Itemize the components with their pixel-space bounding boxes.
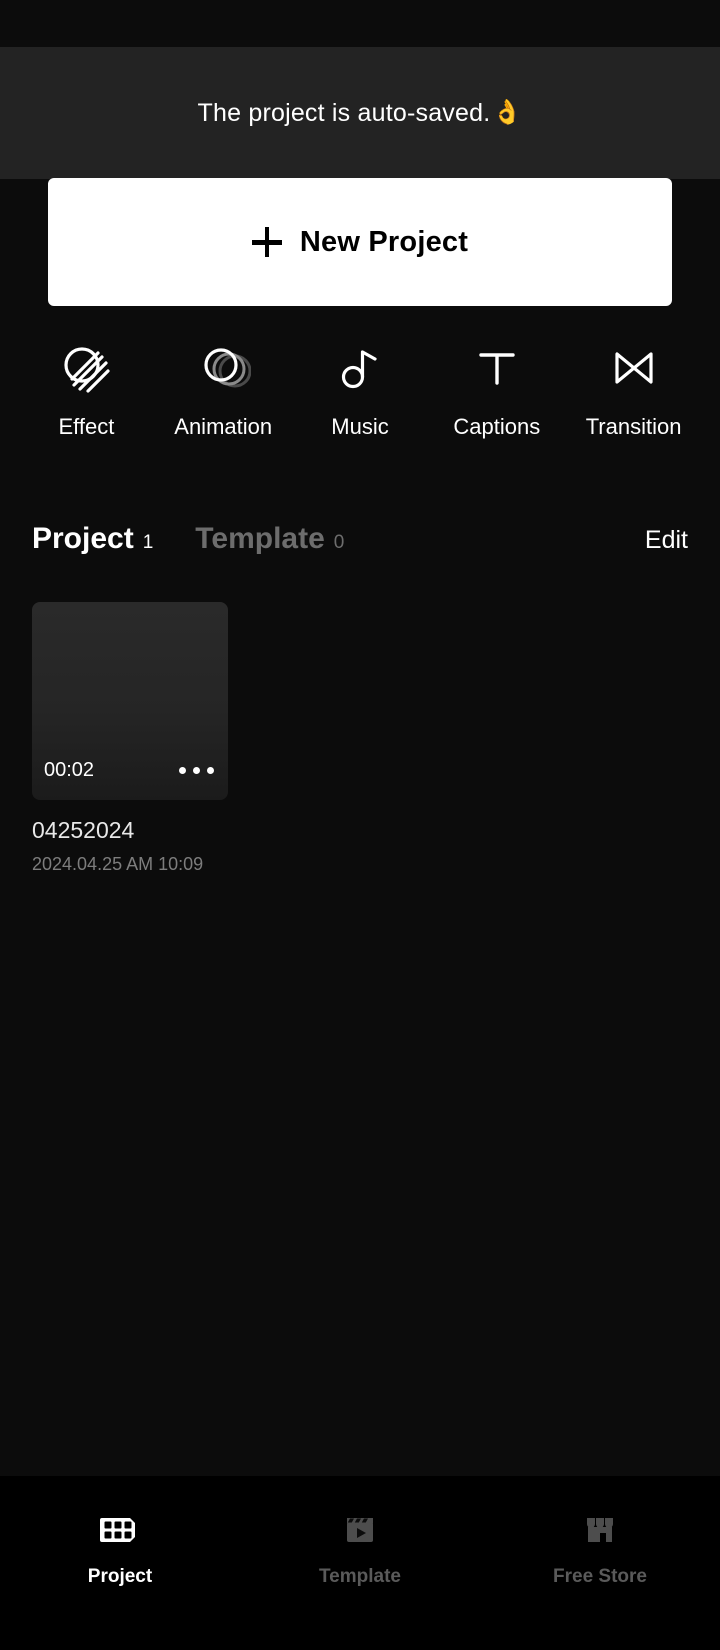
music-note-icon	[332, 336, 388, 398]
tab-project-count: 1	[142, 532, 154, 553]
content-tabs: Project 1 Template 0 Edit	[0, 522, 720, 556]
ok-hand-emoji: 👌	[492, 99, 523, 126]
film-strip-icon	[97, 1506, 143, 1554]
project-grid: 00:02 04252024 2024.04.25 AM 10:09	[32, 602, 688, 875]
project-thumbnail[interactable]: 00:02	[32, 602, 228, 800]
text-t-icon	[469, 336, 525, 398]
tool-transition-label: Transition	[585, 414, 682, 439]
project-date: 2024.04.25 AM 10:09	[32, 854, 204, 874]
status-bar	[0, 0, 720, 47]
animation-icon	[195, 336, 252, 398]
nav-item-free-store[interactable]: Free Store	[480, 1506, 720, 1588]
effect-icon	[58, 336, 114, 398]
tab-project[interactable]: Project 1	[32, 522, 153, 556]
bottom-navigation: Project Template Free Store	[0, 1476, 720, 1650]
tool-effect-label: Effect	[58, 414, 115, 439]
tool-animation-label: Animation	[174, 414, 273, 439]
more-options-icon[interactable]	[177, 761, 216, 780]
toast-text-row: The project is auto-saved. 👌	[198, 99, 523, 128]
tool-music-label: Music	[331, 414, 389, 439]
project-duration: 00:02	[44, 758, 95, 781]
toast-message: The project is auto-saved.	[197, 98, 491, 127]
storefront-icon	[577, 1506, 623, 1554]
project-title: 04252024	[32, 817, 135, 843]
nav-item-project[interactable]: Project	[0, 1506, 240, 1588]
new-project-button[interactable]: New Project	[48, 178, 672, 306]
new-project-label: New Project	[299, 225, 469, 258]
edit-button[interactable]: Edit	[645, 526, 688, 555]
tool-transition[interactable]: Transition	[565, 336, 702, 440]
tool-shortcuts-row: Effect Animation Music Captions Transiti…	[0, 336, 720, 440]
project-card[interactable]: 00:02 04252024 2024.04.25 AM 10:09	[32, 602, 228, 875]
tab-template-label: Template	[195, 522, 325, 555]
nav-item-template-label: Template	[318, 1566, 401, 1587]
nav-item-free-store-label: Free Store	[553, 1566, 647, 1587]
nav-item-template[interactable]: Template	[240, 1506, 480, 1588]
tool-effect[interactable]: Effect	[18, 336, 155, 440]
tool-captions-label: Captions	[453, 414, 541, 439]
tab-project-label: Project	[32, 522, 134, 555]
app-screen: The project is auto-saved. 👌 New Project	[0, 0, 720, 1650]
tab-template-count: 0	[333, 532, 345, 553]
new-project-wrap: New Project	[0, 178, 720, 306]
autosave-toast: The project is auto-saved. 👌	[0, 47, 720, 179]
clapperboard-icon	[337, 1506, 383, 1554]
tool-animation[interactable]: Animation	[155, 336, 292, 440]
plus-icon	[251, 227, 282, 257]
transition-bowtie-icon	[606, 336, 662, 398]
tool-music[interactable]: Music	[292, 336, 429, 440]
tab-template[interactable]: Template 0	[195, 522, 344, 556]
thumbnail-overlay-bar: 00:02	[32, 748, 228, 800]
nav-item-project-label: Project	[87, 1566, 153, 1587]
tool-captions[interactable]: Captions	[428, 336, 565, 440]
